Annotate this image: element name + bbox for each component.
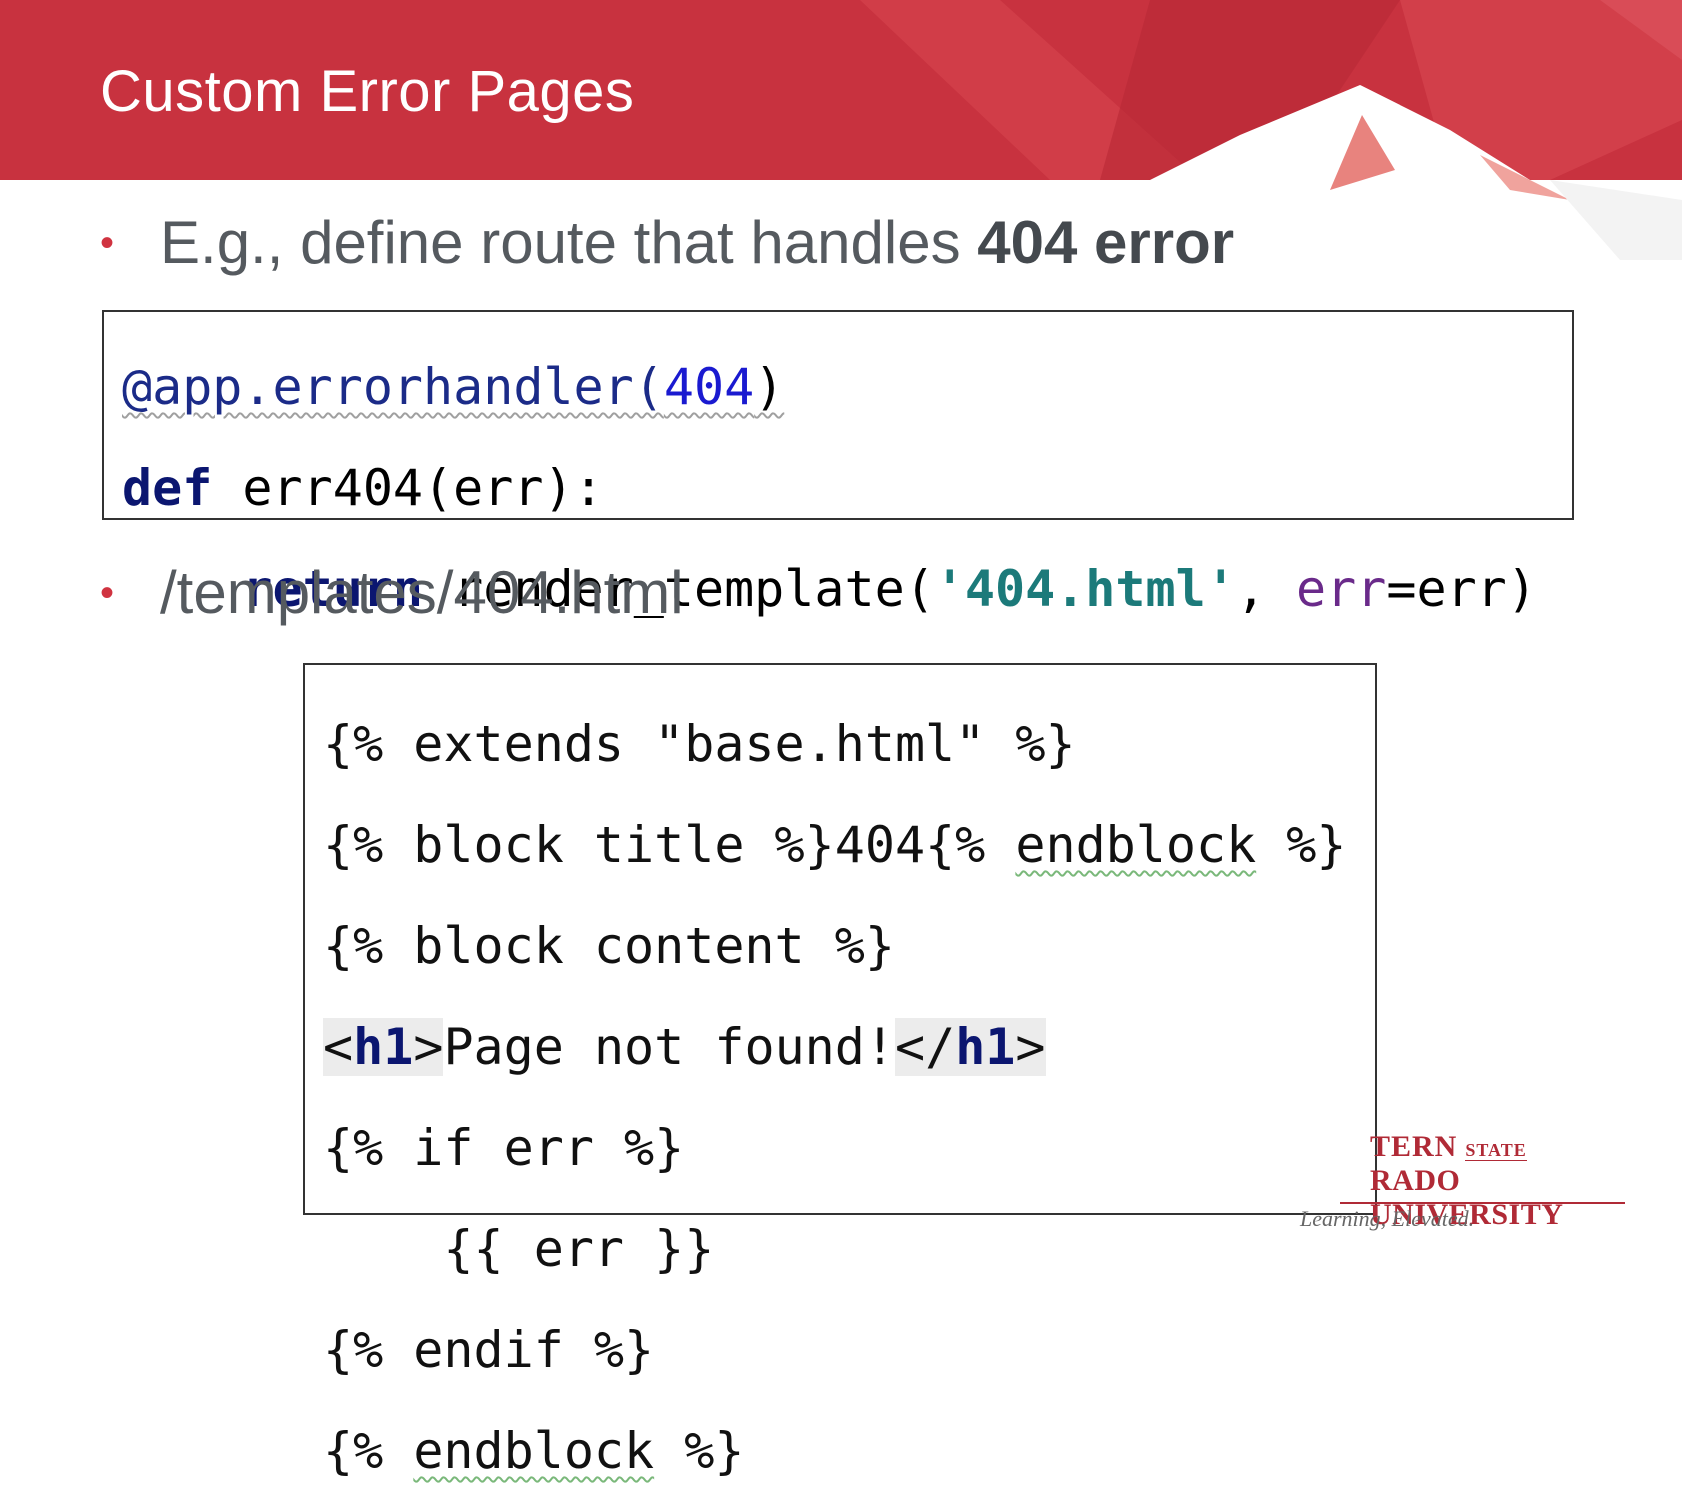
code-text: =err) — [1386, 560, 1537, 618]
html-open-tag: <h1> — [323, 1018, 444, 1076]
code-keyword: def — [122, 459, 213, 517]
bullet-text: E.g., define route that handles 404 erro… — [160, 208, 1234, 277]
code-tagname: h1 — [353, 1018, 414, 1076]
code-string: '404.html' — [934, 560, 1236, 618]
code-text: %} — [1256, 816, 1347, 874]
bullet-text-bold: 404 error — [977, 209, 1235, 276]
code-line: def err404(err): — [122, 457, 1572, 520]
university-logo: TERN STATE RADO UNIVERSITY Learning, Elev… — [1300, 1130, 1630, 1231]
html-close-tag: </h1> — [894, 1018, 1046, 1076]
bullet-dot-icon: • — [100, 570, 115, 615]
code-tagname: h1 — [955, 1018, 1016, 1076]
code-decorator: @app.errorhandler( — [122, 358, 664, 416]
code-line: {% endif %} — [323, 1321, 655, 1379]
code-punct: > — [1015, 1018, 1046, 1076]
template-code-block: {% extends "base.html" %} {% block title… — [303, 663, 1377, 1480]
bullet-item-1: • E.g., define route that handles 404 er… — [100, 208, 1234, 277]
code-line: {% extends "base.html" %} — [323, 715, 1076, 773]
logo-small-text: STATE — [1465, 1140, 1527, 1161]
code-line: {% if err %} — [323, 1119, 685, 1177]
code-number: 404 — [663, 358, 755, 416]
code-line: <h1>Page not found!</h1> — [323, 1016, 1375, 1079]
code-punct: ) — [754, 358, 785, 416]
code-text: endblock — [1015, 816, 1257, 874]
code-text: err404(err): — [212, 459, 604, 517]
logo-text: TERN — [1370, 1130, 1458, 1163]
code-line: {% block content %} — [323, 917, 895, 975]
bullet-dot-icon: • — [100, 220, 115, 265]
slide-title: Custom Error Pages — [100, 59, 635, 124]
code-text: Page not found! — [443, 1018, 895, 1076]
code-text: endblock — [413, 1422, 655, 1480]
code-line: {{ err }} — [323, 1220, 715, 1278]
code-param: err — [1296, 560, 1387, 618]
bullet-text-prefix: E.g., define route that handles — [160, 209, 978, 276]
python-code-block: @app.errorhandler(404) def err404(err): … — [102, 310, 1574, 618]
logo-line-1: TERN STATE — [1370, 1130, 1527, 1164]
code-line: {% block title %}404{% endblock %} — [323, 814, 1375, 877]
code-punct: < — [323, 1018, 354, 1076]
bullet-text: /templates/404.html — [160, 559, 684, 626]
code-text: %} — [654, 1422, 745, 1480]
code-punct: </ — [894, 1018, 956, 1076]
bullet-item-2: • /templates/404.html — [100, 558, 684, 627]
logo-divider — [1340, 1202, 1625, 1204]
code-text: {% block title %}404{% — [323, 816, 1016, 874]
code-line: @app.errorhandler(404) — [122, 356, 1572, 419]
code-text: {% — [323, 1422, 414, 1480]
code-line: {% endblock %} — [323, 1420, 1375, 1483]
logo-tagline: Learning, Elevated. — [1300, 1206, 1475, 1231]
code-punct: , — [1235, 560, 1297, 618]
code-punct: > — [413, 1018, 444, 1076]
